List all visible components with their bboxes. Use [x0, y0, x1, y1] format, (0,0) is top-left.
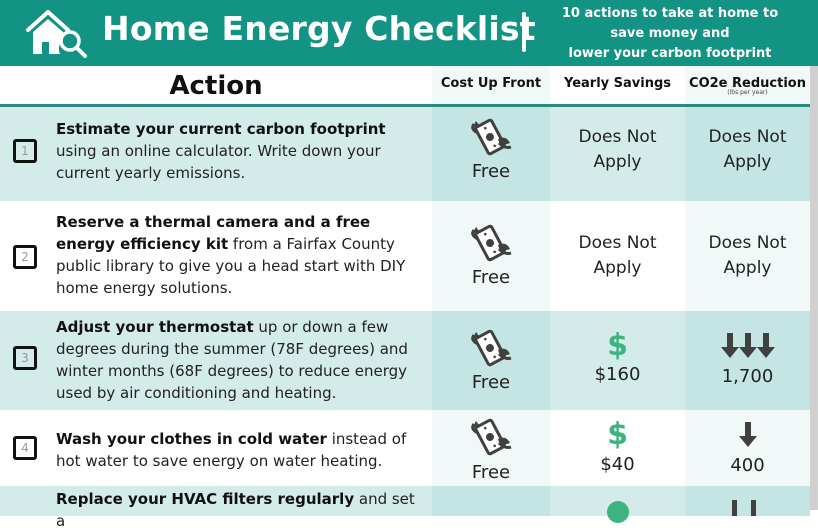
savings-value: Does Not Apply — [550, 231, 685, 281]
table-row: 1 Estimate your current carbon footprint… — [0, 107, 810, 201]
action-cell: Replace your HVAC filters regularly and … — [0, 486, 432, 530]
column-header-cost: Cost Up Front — [432, 66, 550, 104]
action-text: Reserve a thermal camera and a free ener… — [56, 211, 428, 299]
checkbox[interactable]: 2 — [13, 245, 37, 269]
dollar-icon: $ — [607, 417, 628, 452]
action-text: Estimate your current carbon footprint u… — [56, 118, 428, 184]
tagline-line: 10 actions to take at home to — [561, 6, 779, 21]
checkbox-number: 4 — [21, 441, 29, 455]
savings-cell: Does Not Apply — [550, 107, 685, 201]
action-title: Wash your clothes in cold water — [56, 430, 327, 448]
page-edge — [810, 66, 818, 510]
down-arrow-icon — [751, 500, 756, 516]
savings-value: $160 — [594, 364, 641, 385]
action-text: Adjust your thermostat up or down a few … — [56, 316, 428, 404]
checkbox-number: 3 — [21, 351, 29, 365]
co2-cell: Does Not Apply — [685, 201, 810, 311]
co2-cell: Does Not Apply — [685, 107, 810, 201]
checkbox[interactable]: 3 — [13, 346, 37, 370]
savings-line: Does Not — [578, 233, 657, 253]
cost-cell: Free — [432, 311, 550, 410]
cost-cell: Free — [432, 410, 550, 486]
co2-unit-label: (lbs per year) — [727, 89, 768, 96]
savings-value: Does Not Apply — [550, 125, 685, 175]
action-title: Estimate your current carbon footprint — [56, 120, 386, 138]
savings-line: Apply — [593, 152, 642, 172]
down-arrow-icon — [756, 333, 775, 358]
header-divider — [522, 12, 526, 52]
action-text: Wash your clothes in cold water instead … — [56, 428, 428, 472]
action-cell: 2 Reserve a thermal camera and a free en… — [0, 201, 432, 311]
action-cell: 3 Adjust your thermostat up or down a fe… — [0, 311, 432, 410]
flying-money-icon — [468, 326, 512, 370]
co2-value: 400 — [730, 455, 765, 476]
checkbox[interactable]: 4 — [13, 436, 37, 460]
column-header-savings: Yearly Savings — [550, 66, 685, 104]
header-banner: Home Energy Checklist 10 actions to take… — [0, 0, 818, 66]
checkbox[interactable]: 1 — [13, 139, 37, 163]
header-tagline: 10 actions to take at home to save money… — [540, 4, 800, 64]
savings-value: $40 — [600, 454, 635, 475]
action-cell: 4 Wash your clothes in cold water instea… — [0, 410, 432, 486]
co2-line: Does Not — [708, 233, 787, 253]
action-cell: 1 Estimate your current carbon footprint… — [0, 107, 432, 201]
column-header-co2: CO2e Reduction (lbs per year) — [685, 66, 810, 104]
flying-money-icon — [468, 415, 512, 459]
action-description: using an online calculator. Write down y… — [56, 142, 381, 182]
cost-value: Free — [471, 372, 511, 393]
savings-line: Apply — [593, 258, 642, 278]
tagline-line: lower your carbon footprint — [568, 46, 772, 61]
down-arrow-icon — [738, 422, 757, 447]
co2-value: Does Not Apply — [685, 125, 810, 175]
checkbox-number: 1 — [21, 144, 29, 158]
column-header-savings-label: Yearly Savings — [563, 76, 672, 91]
co2-value: Does Not Apply — [685, 231, 810, 281]
co2-cell: 400 — [685, 410, 810, 486]
column-header-cost-label: Cost Up Front — [440, 76, 542, 91]
co2-value: 1,700 — [721, 366, 774, 387]
table-row: 2 Reserve a thermal camera and a free en… — [0, 201, 810, 311]
co2-cell — [685, 486, 810, 516]
savings-cell: Does Not Apply — [550, 201, 685, 311]
cost-value: Free — [471, 161, 511, 182]
checkbox-number: 2 — [21, 250, 29, 264]
down-arrows — [685, 422, 810, 448]
action-title: Adjust your thermostat — [56, 318, 254, 336]
table-row: 4 Wash your clothes in cold water instea… — [0, 410, 810, 486]
cost-value: Free — [471, 462, 511, 483]
cost-cell: Free — [432, 201, 550, 311]
savings-cell: $ $160 — [550, 311, 685, 410]
dollar-icon: $ — [607, 328, 628, 363]
co2-cell: 1,700 — [685, 311, 810, 410]
cost-cell — [432, 486, 550, 516]
down-arrow-icon — [732, 500, 737, 516]
page-title: Home Energy Checklist — [102, 9, 536, 48]
savings-line: Does Not — [578, 127, 657, 147]
co2-line: Apply — [723, 152, 772, 172]
home-search-icon — [26, 10, 87, 58]
down-arrows — [685, 333, 810, 359]
savings-cell: $ $40 — [550, 410, 685, 486]
tagline-line: save money and — [610, 26, 730, 41]
flying-money-icon — [468, 115, 512, 159]
action-text: Replace your HVAC filters regularly and … — [56, 488, 428, 532]
co2-line: Does Not — [708, 127, 787, 147]
cost-value: Free — [471, 267, 511, 288]
down-arrow-icon — [738, 333, 757, 358]
cost-cell: Free — [432, 107, 550, 201]
table-row: 3 Adjust your thermostat up or down a fe… — [0, 311, 810, 410]
down-arrow-icon — [720, 333, 739, 358]
flying-money-icon — [468, 221, 512, 265]
column-header-action: Action — [169, 71, 263, 101]
dollar-icon — [607, 501, 629, 523]
co2-line: Apply — [723, 258, 772, 278]
table-row: Replace your HVAC filters regularly and … — [0, 486, 810, 530]
action-title: Replace your HVAC filters regularly — [56, 490, 355, 508]
savings-cell — [550, 486, 685, 523]
